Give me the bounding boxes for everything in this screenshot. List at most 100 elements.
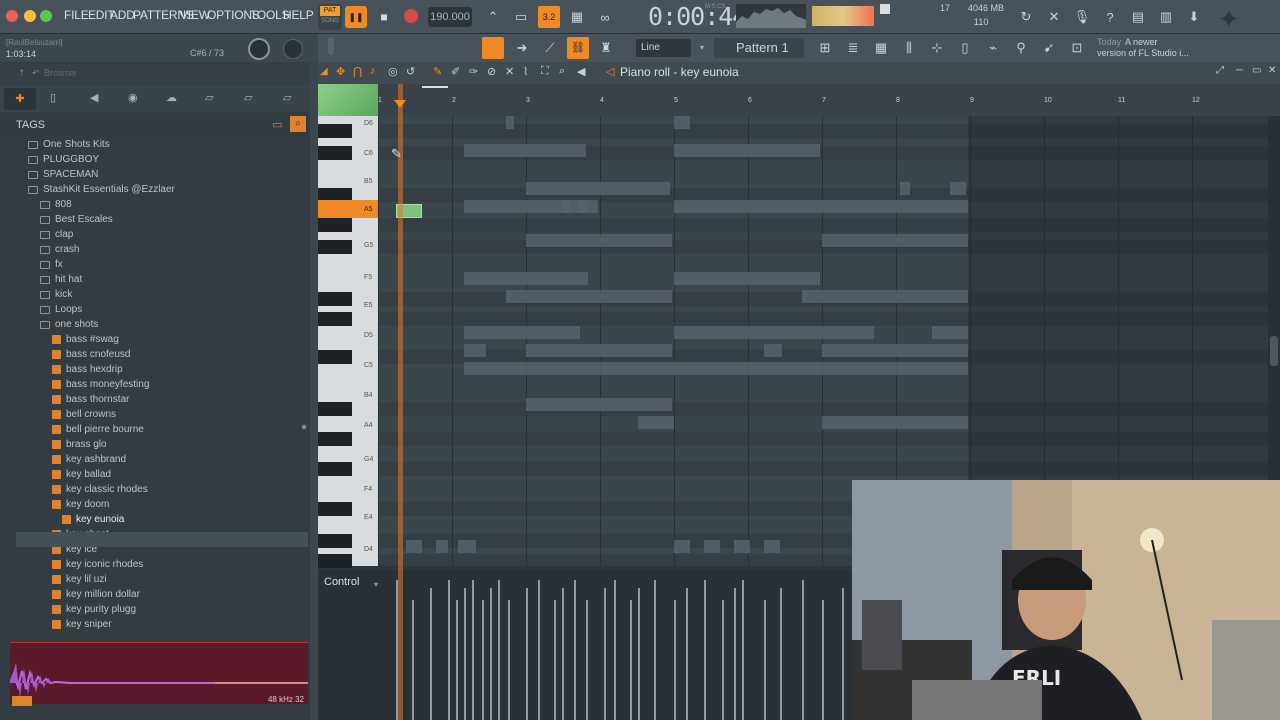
download-icon[interactable]: ⬇ — [1183, 6, 1205, 28]
record-button[interactable] — [404, 9, 418, 23]
wait-input-icon[interactable]: ▭ — [510, 6, 532, 28]
file-tab-icon[interactable]: ▯ — [50, 91, 56, 104]
plug-icon[interactable]: ⌁ — [982, 37, 1004, 59]
mixer-icon[interactable]: ⊞ — [814, 37, 836, 59]
browser-folder-item[interactable]: kick — [40, 287, 72, 302]
scrollbar-thumb[interactable] — [1270, 336, 1278, 366]
menu-view[interactable]: VIEW — [180, 8, 210, 22]
record-target-icon[interactable]: ◎ — [388, 65, 398, 78]
minimize-window-button[interactable] — [24, 10, 36, 22]
pattern-selector[interactable]: Pattern 1 — [714, 38, 804, 58]
folder-icon[interactable]: ▭ — [272, 118, 282, 131]
speaker-icon[interactable]: ◀ — [577, 65, 585, 78]
tool-mode-select[interactable]: Line — [636, 39, 691, 57]
browser-file-item[interactable]: key eunoia — [62, 512, 124, 527]
velocity-stem[interactable] — [614, 580, 616, 720]
browser-folder-item[interactable]: hit hat — [40, 272, 82, 287]
velocity-stem[interactable] — [704, 580, 706, 720]
black-key[interactable] — [318, 146, 352, 160]
loop-icon[interactable]: ↺ — [406, 65, 415, 78]
close-icon[interactable]: ✕ — [1268, 65, 1276, 76]
playhead[interactable] — [398, 84, 403, 720]
browser-folder-item[interactable]: crash — [40, 242, 79, 257]
playhead-marker-icon[interactable] — [394, 100, 406, 108]
project-tab-icon[interactable]: ▱ — [205, 91, 213, 104]
slice-icon[interactable]: ⌇ — [523, 65, 528, 78]
master-pitch-knob[interactable] — [283, 39, 303, 59]
browser-folder-item[interactable]: Loops — [40, 302, 82, 317]
control-label[interactable]: Control — [324, 576, 359, 588]
velocity-stem[interactable] — [674, 600, 676, 720]
velocity-stem[interactable] — [464, 588, 466, 720]
browser-file-item[interactable]: bell crowns — [52, 407, 116, 422]
mixer-tools-icon[interactable]: ✕ — [1043, 6, 1065, 28]
velocity-stem[interactable] — [686, 588, 688, 720]
browser-file-item[interactable]: bell pierre bourne — [52, 422, 144, 437]
velocity-stem[interactable] — [764, 600, 766, 720]
favorite-star-icon[interactable]: ★ — [300, 422, 308, 433]
loop-record-icon[interactable]: ∞ — [594, 6, 616, 28]
velocity-stem[interactable] — [538, 580, 540, 720]
velocity-stem[interactable] — [604, 588, 606, 720]
browser-file-item[interactable]: bass thornstar — [52, 392, 129, 407]
undo-history-icon[interactable]: ↻ — [1015, 6, 1037, 28]
channel-rack-icon[interactable]: ▦ — [870, 37, 892, 59]
velocity-stem[interactable] — [802, 580, 804, 720]
play-sample-button[interactable] — [12, 696, 32, 706]
minimize-icon[interactable]: ─ — [1236, 65, 1243, 76]
zoom-icon[interactable]: ⌕ — [559, 65, 565, 78]
black-key[interactable] — [318, 124, 352, 138]
black-key[interactable] — [318, 292, 352, 306]
tempo-display[interactable]: 190.000 — [428, 7, 472, 27]
browser-file-item[interactable]: key iconic rhodes — [52, 557, 143, 572]
velocity-stem[interactable] — [780, 588, 782, 720]
browser-folder-item[interactable]: Best Escales — [40, 212, 113, 227]
velocity-stem[interactable] — [526, 588, 528, 720]
black-key[interactable] — [318, 402, 352, 416]
stop-button[interactable]: ■ — [374, 6, 394, 28]
browser-file-item[interactable]: key classic rhodes — [52, 482, 148, 497]
velocity-stem[interactable] — [456, 600, 458, 720]
paint-icon[interactable]: ✑ — [469, 65, 478, 78]
magnet-icon[interactable]: ⋂ — [353, 65, 362, 78]
link-icon[interactable]: ⛓ — [567, 37, 589, 59]
velocity-stem[interactable] — [562, 588, 564, 720]
browser-file-item[interactable]: key doom — [52, 497, 109, 512]
velocity-stem[interactable] — [472, 580, 474, 720]
close-window-button[interactable] — [6, 10, 18, 22]
velocity-stem[interactable] — [482, 600, 484, 720]
back-icon[interactable]: ↶ — [32, 68, 40, 79]
microphone-icon[interactable]: 🎙 — [1071, 6, 1093, 28]
velocity-stem[interactable] — [574, 580, 576, 720]
browser-folder-item[interactable]: clap — [40, 227, 73, 242]
pause-button[interactable]: ❚❚ — [345, 6, 367, 28]
cart-icon[interactable]: ⊡ — [1066, 37, 1088, 59]
snap-button[interactable]: 3.2 — [538, 6, 560, 28]
plugin-picker-icon[interactable]: ⟋ — [539, 37, 561, 59]
velocity-stem[interactable] — [638, 588, 640, 720]
black-key[interactable] — [318, 432, 352, 446]
timeline-ruler[interactable]: 1 2 3 4 5 6 7 8 9 10 11 12 — [378, 84, 1280, 116]
black-key[interactable] — [318, 502, 352, 516]
velocity-stem[interactable] — [448, 580, 450, 720]
help-icon[interactable]: ? — [1099, 6, 1121, 28]
black-key[interactable] — [318, 554, 352, 568]
velocity-stem[interactable] — [842, 588, 844, 720]
browser-folder-item[interactable]: 808 — [40, 197, 72, 212]
playlist-icon[interactable]: ≣ — [842, 37, 864, 59]
save-icon[interactable]: ▤ — [1127, 6, 1149, 28]
velocity-stem[interactable] — [742, 580, 744, 720]
cloud-tab-icon[interactable]: ☁ — [166, 91, 177, 104]
folder-tab-icon[interactable]: ▱ — [283, 91, 291, 104]
velocity-stem[interactable] — [430, 588, 432, 720]
mute-icon[interactable]: ✕ — [505, 65, 514, 78]
velocity-stem[interactable] — [734, 588, 736, 720]
news-text[interactable]: version of FL Studio i... — [1097, 48, 1189, 58]
note-icon[interactable]: ♪ — [370, 65, 376, 77]
browser-file-item[interactable]: bass moneyfesting — [52, 377, 149, 392]
all-tab-icon[interactable]: ✚ — [4, 88, 36, 110]
velocity-stem[interactable] — [586, 600, 588, 720]
sound-tab-icon[interactable]: ◉ — [128, 91, 138, 104]
typing-keyboard-icon[interactable]: ♜ — [595, 37, 617, 59]
velocity-stem[interactable] — [822, 600, 824, 720]
